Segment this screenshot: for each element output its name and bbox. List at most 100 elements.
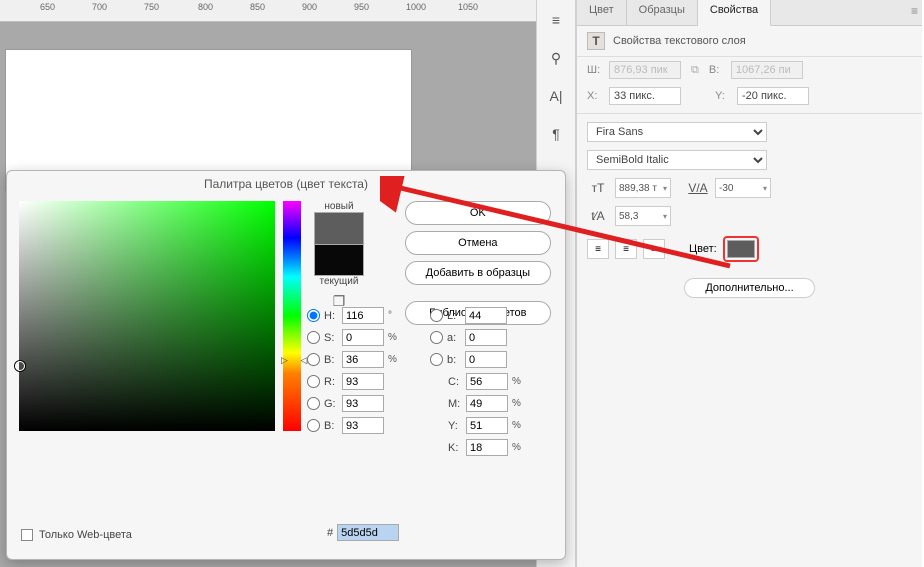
c-label: C:	[448, 376, 462, 388]
ruler-tick: 950	[354, 2, 369, 12]
red-radio[interactable]	[307, 375, 320, 388]
list-icon[interactable]: ≡	[544, 8, 568, 32]
stamp-icon[interactable]: ⚲	[544, 46, 568, 70]
green-input[interactable]	[342, 395, 384, 412]
hex-row: #	[327, 524, 399, 541]
properties-title: Свойства текстового слоя	[613, 35, 746, 47]
color-field[interactable]	[19, 201, 275, 431]
color-preview-new	[314, 212, 364, 244]
b-input[interactable]	[465, 351, 507, 368]
ruler-tick: 700	[92, 2, 107, 12]
x-input[interactable]	[609, 87, 681, 105]
blue-label: B:	[324, 420, 338, 432]
tab-swatches[interactable]: Образцы	[627, 0, 698, 25]
text-color-swatch[interactable]	[727, 240, 755, 258]
sat-radio[interactable]	[307, 331, 320, 344]
c-input[interactable]	[466, 373, 508, 390]
bri-input[interactable]	[342, 351, 384, 368]
a-label: a:	[447, 332, 461, 344]
hue-slider[interactable]	[283, 201, 301, 431]
new-label: новый	[324, 201, 353, 212]
y-unit: %	[512, 420, 524, 431]
ok-button[interactable]: OK	[405, 201, 551, 225]
y-label: Y:	[448, 420, 462, 432]
color-label: Цвет:	[689, 243, 717, 255]
canvas[interactable]	[6, 50, 411, 190]
link-dimensions-icon[interactable]: ⧉	[691, 64, 699, 77]
font-size-input[interactable]: 889,38 т▾	[615, 178, 671, 198]
green-label: G:	[324, 398, 338, 410]
ruler-tick: 900	[302, 2, 317, 12]
k-unit: %	[512, 442, 524, 453]
web-colors-only[interactable]: Только Web-цвета	[21, 529, 132, 541]
ruler-tick: 650	[40, 2, 55, 12]
character-panel-icon[interactable]: A|	[544, 84, 568, 108]
web-colors-checkbox[interactable]	[21, 529, 33, 541]
ruler-horizontal: 650 700 750 800 850 900 950 1000 1050	[0, 0, 536, 22]
green-radio[interactable]	[307, 397, 320, 410]
font-style-select[interactable]: SemiBold Italic	[587, 150, 767, 170]
a-input[interactable]	[465, 329, 507, 346]
hue-slider-handle[interactable]: ▷ ◁	[281, 355, 307, 366]
l-radio[interactable]	[430, 309, 443, 322]
align-left-button[interactable]: ≡	[587, 239, 609, 259]
b-label: b:	[447, 354, 461, 366]
font-family-select[interactable]: Fira Sans	[587, 122, 767, 142]
bri-radio[interactable]	[307, 353, 320, 366]
y-input[interactable]	[737, 87, 809, 105]
current-label: текущий	[320, 276, 359, 287]
add-to-swatches-button[interactable]: Добавить в образцы	[405, 261, 551, 285]
panel-menu-icon[interactable]: ≡	[911, 4, 918, 18]
width-label: Ш:	[587, 64, 603, 76]
font-size-icon: тT	[587, 178, 609, 198]
tab-properties[interactable]: Свойства	[698, 0, 771, 26]
properties-header: T Свойства текстового слоя	[577, 26, 922, 57]
tab-color[interactable]: Цвет	[577, 0, 627, 25]
text-color-swatch-highlight	[723, 236, 759, 262]
m-label: M:	[448, 398, 462, 410]
height-label: В:	[709, 64, 725, 76]
m-unit: %	[512, 398, 524, 409]
align-right-button[interactable]: ≡	[643, 239, 665, 259]
color-preview-current	[314, 244, 364, 276]
more-options-button[interactable]: Дополнительно...	[684, 278, 814, 298]
tracking-input[interactable]: -30▾	[715, 178, 771, 198]
hue-radio[interactable]	[307, 309, 320, 322]
red-label: R:	[324, 376, 338, 388]
y-label: Y:	[715, 90, 731, 102]
y-input[interactable]	[466, 417, 508, 434]
cancel-button[interactable]: Отмена	[405, 231, 551, 255]
hash-label: #	[327, 527, 333, 539]
ruler-tick: 1050	[458, 2, 478, 12]
blue-radio[interactable]	[307, 419, 320, 432]
leading-input[interactable]: 58,3▾	[615, 206, 671, 226]
b-radio[interactable]	[430, 353, 443, 366]
properties-panel: Цвет Образцы Свойства ≡ T Свойства текст…	[576, 0, 922, 567]
sat-unit: %	[388, 332, 400, 343]
hex-input[interactable]	[337, 524, 399, 541]
sat-label: S:	[324, 332, 338, 344]
hue-unit: °	[388, 310, 400, 321]
color-picker-dialog: Палитра цветов (цвет текста) ▷ ◁ новый т…	[6, 170, 566, 560]
ruler-tick: 850	[250, 2, 265, 12]
sat-input[interactable]	[342, 329, 384, 346]
color-field-cursor[interactable]	[15, 361, 25, 371]
hue-input[interactable]	[342, 307, 384, 324]
k-input[interactable]	[466, 439, 508, 456]
ruler-tick: 800	[198, 2, 213, 12]
l-input[interactable]	[465, 307, 507, 324]
paragraph-panel-icon[interactable]: ¶	[544, 122, 568, 146]
bri-unit: %	[388, 354, 400, 365]
tracking-icon: V/A	[687, 178, 709, 198]
leading-icon: t⁄A	[587, 206, 609, 226]
ruler-tick: 1000	[406, 2, 426, 12]
align-center-button[interactable]: ≡	[615, 239, 637, 259]
ruler-tick: 750	[144, 2, 159, 12]
bri-label: B:	[324, 354, 338, 366]
l-label: L:	[447, 310, 461, 322]
blue-input[interactable]	[342, 417, 384, 434]
a-radio[interactable]	[430, 331, 443, 344]
m-input[interactable]	[466, 395, 508, 412]
panel-tabs: Цвет Образцы Свойства ≡	[577, 0, 922, 26]
red-input[interactable]	[342, 373, 384, 390]
